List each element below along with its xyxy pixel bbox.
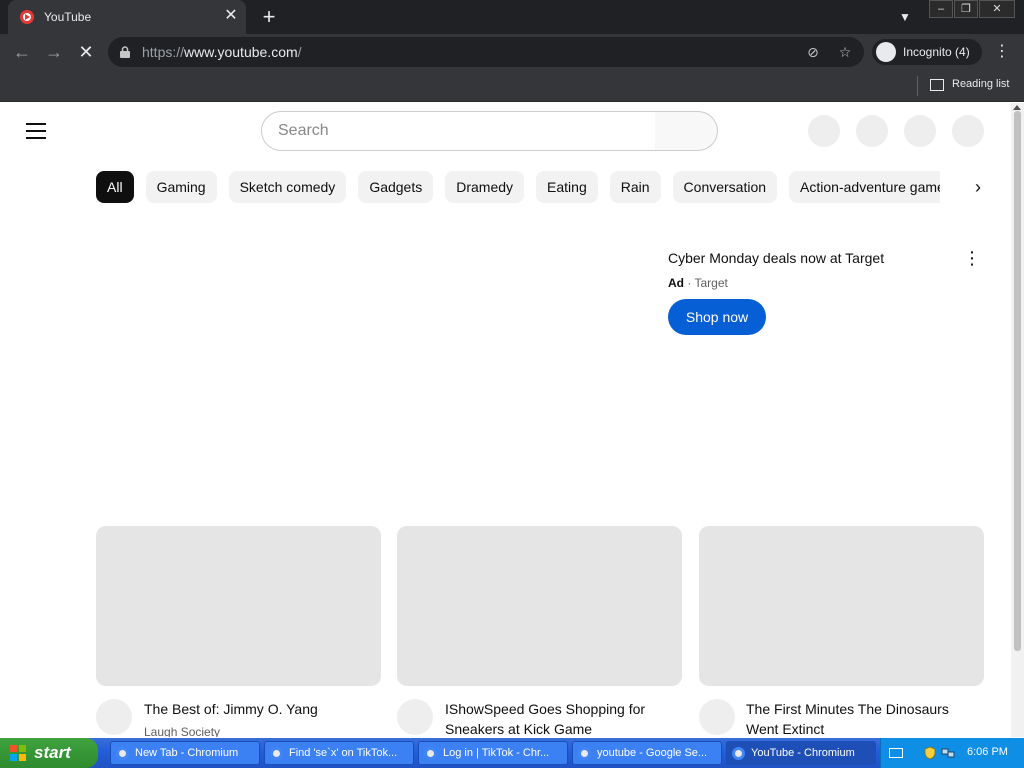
- youtube-page: All Gaming Sketch comedy Gadgets Dramedy Eati…: [0, 103, 1024, 737]
- reading-list-label[interactable]: Reading list: [952, 78, 1009, 90]
- taskbar-item[interactable]: youtube - Google Se...: [572, 741, 722, 765]
- stop-loading-icon[interactable]: ✕: [74, 40, 98, 64]
- browser-menu-icon[interactable]: ⋮: [994, 42, 1010, 62]
- taskbar-item-active[interactable]: YouTube - Chromium: [726, 741, 876, 765]
- browser-toolbar: ← → ✕ https://www.youtube.com/ ⊘ ☆ Incog…: [0, 34, 1024, 70]
- screen: YouTube ✕ + ▼ – ❐ ✕ ← → ✕ https://www.yo…: [0, 0, 1024, 768]
- taskbar-item[interactable]: Find 'se`x' on TikTok...: [264, 741, 414, 765]
- chip-rain[interactable]: Rain: [609, 171, 661, 203]
- chip-all[interactable]: All: [96, 171, 134, 203]
- new-tab-button[interactable]: +: [258, 6, 280, 28]
- incognito-label: Incognito (4): [903, 45, 970, 59]
- search-box: [261, 111, 656, 151]
- scrollbar-thumb[interactable]: [1014, 111, 1021, 651]
- window-controls: – ❐ ✕: [928, 0, 1015, 18]
- start-button[interactable]: start: [0, 738, 98, 768]
- chromium-icon: [116, 747, 129, 760]
- ad-advertiser: Target: [694, 276, 728, 290]
- search-input[interactable]: [278, 122, 638, 140]
- search-button[interactable]: [655, 111, 718, 151]
- chromium-icon: [578, 747, 591, 760]
- video-title[interactable]: The Best of: Jimmy O. Yang: [144, 699, 374, 719]
- ad-more-options-icon[interactable]: ⋮: [962, 246, 982, 270]
- address-bar[interactable]: https://www.youtube.com/ ⊘ ☆: [108, 37, 864, 67]
- url-text: https://www.youtube.com/: [142, 44, 302, 60]
- taskbar-item[interactable]: Log in | TikTok - Chr...: [418, 741, 568, 765]
- ad-meta: Ad · Target: [668, 276, 728, 290]
- start-label: start: [34, 743, 71, 762]
- forward-arrow-icon[interactable]: →: [42, 40, 66, 64]
- youtube-favicon-icon: [20, 10, 34, 24]
- security-shield-icon[interactable]: [923, 746, 937, 760]
- video-thumbnail[interactable]: [699, 526, 984, 686]
- browser-tab-strip: YouTube ✕ + ▼ – ❐ ✕: [0, 0, 1024, 34]
- chip-gadgets[interactable]: Gadgets: [358, 171, 434, 203]
- chromium-icon: [270, 747, 283, 760]
- scroll-up-arrow-icon[interactable]: [1013, 105, 1021, 110]
- taskbar-item-label: Log in | TikTok - Chr...: [443, 747, 550, 759]
- bookmarks-divider: [917, 76, 918, 96]
- category-chips: All Gaming Sketch comedy Gadgets Dramedy Eati…: [96, 171, 940, 203]
- taskbar: start New Tab - Chromium Find 'se`x' on …: [0, 738, 1024, 768]
- chip-conversation[interactable]: Conversation: [672, 171, 778, 203]
- back-arrow-icon[interactable]: ←: [10, 40, 34, 64]
- chip-gaming[interactable]: Gaming: [145, 171, 217, 203]
- chip-dramedy[interactable]: Dramedy: [445, 171, 525, 203]
- guide-menu-icon[interactable]: [26, 123, 46, 139]
- windows-flag-icon: [10, 745, 26, 761]
- video-title[interactable]: IShowSpeed Goes Shopping for Sneakers at…: [445, 699, 675, 737]
- tab-title: YouTube: [44, 10, 92, 24]
- chips-next-chevron-icon[interactable]: ›: [966, 175, 990, 199]
- network-icon[interactable]: [941, 746, 955, 760]
- tab-close-icon[interactable]: ✕: [222, 7, 240, 25]
- system-tray: 6:06 PM: [880, 738, 1024, 768]
- video-thumbnail[interactable]: [397, 526, 682, 686]
- clock: 6:06 PM: [967, 746, 1008, 758]
- restore-button[interactable]: ❐: [954, 0, 978, 18]
- tab-search-chevron-icon[interactable]: ▼: [896, 8, 914, 26]
- ad-title[interactable]: Cyber Monday deals now at Target: [668, 250, 884, 266]
- video-title[interactable]: The First Minutes The Dinosaurs Went Ext…: [746, 699, 976, 737]
- create-placeholder[interactable]: [856, 115, 888, 147]
- channel-avatar[interactable]: [96, 699, 132, 735]
- incognito-icon: [876, 42, 896, 62]
- tracking-eye-off-icon[interactable]: ⊘: [804, 43, 822, 61]
- account-avatar-placeholder[interactable]: [952, 115, 984, 147]
- channel-avatar[interactable]: [699, 699, 735, 735]
- taskbar-item-label: YouTube - Chromium: [751, 747, 855, 759]
- minimize-button[interactable]: –: [929, 0, 953, 18]
- bookmarks-bar: Reading list: [0, 70, 1024, 102]
- bookmark-star-icon[interactable]: ☆: [836, 43, 854, 61]
- chromium-icon: [732, 747, 745, 760]
- taskbar-item-label: New Tab - Chromium: [135, 747, 239, 759]
- incognito-profile-button[interactable]: Incognito (4): [872, 39, 982, 65]
- voice-search-placeholder[interactable]: [808, 115, 840, 147]
- shop-now-button[interactable]: Shop now: [668, 299, 766, 335]
- video-thumbnail[interactable]: [96, 526, 381, 686]
- tab-youtube[interactable]: YouTube ✕: [8, 0, 246, 34]
- chip-eating[interactable]: Eating: [536, 171, 598, 203]
- ad-badge: Ad: [668, 276, 684, 290]
- notifications-placeholder[interactable]: [904, 115, 936, 147]
- chromium-icon: [424, 747, 437, 760]
- chip-sketch-comedy[interactable]: Sketch comedy: [228, 171, 347, 203]
- channel-name[interactable]: Laugh Society: [144, 725, 220, 737]
- reading-list-icon[interactable]: [930, 79, 944, 91]
- close-window-button[interactable]: ✕: [979, 0, 1015, 18]
- taskbar-item[interactable]: New Tab - Chromium: [110, 741, 260, 765]
- taskbar-item-label: Find 'se`x' on TikTok...: [289, 747, 398, 759]
- channel-avatar[interactable]: [397, 699, 433, 735]
- lock-icon: [120, 46, 130, 58]
- chip-action-adventure[interactable]: Action-adventure games: [789, 171, 940, 203]
- taskbar-item-label: youtube - Google Se...: [597, 747, 708, 759]
- keyboard-icon[interactable]: [889, 748, 903, 758]
